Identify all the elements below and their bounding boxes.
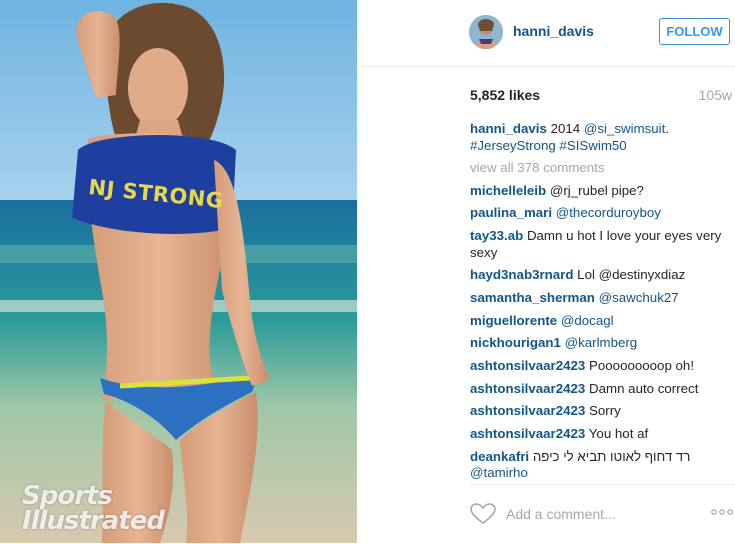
comment-username-link[interactable]: ashtonsilvaar2423 (470, 358, 585, 373)
avatar[interactable] (469, 15, 503, 49)
comment-text[interactable]: @thecorduroyboy (556, 205, 661, 220)
caption-text: 2014 (550, 121, 581, 136)
caption-period: . (665, 121, 670, 136)
comment-item: nickhourigan1 @karlmberg (470, 335, 732, 352)
comment-username-link[interactable]: ashtonsilvaar2423 (470, 381, 585, 396)
post-header: hanni_davis FOLLOW (357, 0, 735, 67)
comment-text: @rj_rubel pipe? (549, 182, 644, 198)
comment-username-link[interactable]: miguellorente (470, 313, 557, 328)
comment-mention-link[interactable]: @tamirho (470, 465, 528, 480)
comment-text[interactable]: @karlmberg (565, 335, 638, 350)
comment-item: miguellorente @docagl (470, 313, 732, 330)
comment-text: רד דחוף לאוטו תביא לי כיפה (532, 448, 691, 464)
comment-text[interactable]: @docagl (561, 313, 614, 328)
comment-username-link[interactable]: michelleleib (470, 183, 546, 198)
comment-item: samantha_sherman @sawchuk27 (470, 290, 732, 307)
comment-item: deankafri רד דחוף לאוטו תביא לי כיפה @ta… (470, 449, 732, 482)
comment-text: Sorry (589, 403, 621, 419)
comment-text: Lol @destinyxdiaz (577, 267, 686, 283)
photo-image (0, 0, 357, 543)
comment-username-link[interactable]: ashtonsilvaar2423 (470, 403, 585, 418)
header-username-link[interactable]: hanni_davis (513, 23, 594, 39)
heart-icon[interactable] (470, 503, 496, 525)
comment-username-link[interactable]: ashtonsilvaar2423 (470, 426, 585, 441)
comment-item: michelleleib @rj_rubel pipe? (470, 183, 732, 200)
comment-item: tay33.ab Damn u hot I love your eyes ver… (470, 228, 732, 261)
comment-username-link[interactable]: hayd3nab3rnard (470, 267, 573, 282)
likes-count[interactable]: 5,852 likes (470, 87, 540, 103)
comment-composer: Add a comment... (470, 484, 735, 544)
more-options-icon[interactable] (711, 509, 733, 515)
comment-username-link[interactable]: deankafri (470, 449, 529, 464)
comment-username-link[interactable]: paulina_mari (470, 205, 552, 220)
caption-username-link[interactable]: hanni_davis (470, 121, 547, 136)
comment-item: ashtonsilvaar2423 You hot af (470, 426, 732, 443)
comments-list: hanni_davis 2014 @si_swimsuit. #JerseySt… (470, 121, 732, 488)
watermark-line-2: Illustrated (22, 506, 165, 536)
post-details-panel: hanni_davis FOLLOW 5,852 likes 105w hann… (357, 0, 735, 543)
comment-text: Damn auto correct (589, 380, 699, 396)
sports-illustrated-watermark: Sports Illustrated (22, 483, 182, 536)
avatar-image (469, 15, 503, 49)
view-all-comments-link[interactable]: view all 378 comments (470, 160, 732, 177)
caption-hashtags[interactable]: #JerseyStrong #SISwim50 (470, 138, 627, 153)
comment-username-link[interactable]: tay33.ab (470, 228, 523, 243)
post-age-timestamp[interactable]: 105w (690, 87, 732, 103)
comment-item: paulina_mari @thecorduroyboy (470, 205, 732, 222)
post-photo[interactable]: NJ STRONG Sports Illustrated (0, 0, 357, 543)
comment-username-link[interactable]: samantha_sherman (470, 290, 595, 305)
follow-button[interactable]: FOLLOW (659, 18, 730, 45)
comment-text[interactable]: @sawchuk27 (599, 290, 679, 305)
comment-username-link[interactable]: nickhourigan1 (470, 335, 561, 350)
comment-text: Pooooooooop oh! (589, 358, 695, 373)
caption: hanni_davis 2014 @si_swimsuit. #JerseySt… (470, 121, 732, 154)
comment-item: ashtonsilvaar2423 Pooooooooop oh! (470, 358, 732, 375)
caption-mention-link[interactable]: @si_swimsuit (584, 121, 665, 136)
add-comment-input[interactable]: Add a comment... (506, 506, 616, 522)
comment-item: ashtonsilvaar2423 Sorry (470, 403, 732, 420)
comment-text: You hot af (588, 426, 649, 442)
comment-item: hayd3nab3rnard Lol @destinyxdiaz (470, 267, 732, 284)
comment-item: ashtonsilvaar2423 Damn auto correct (470, 381, 732, 398)
